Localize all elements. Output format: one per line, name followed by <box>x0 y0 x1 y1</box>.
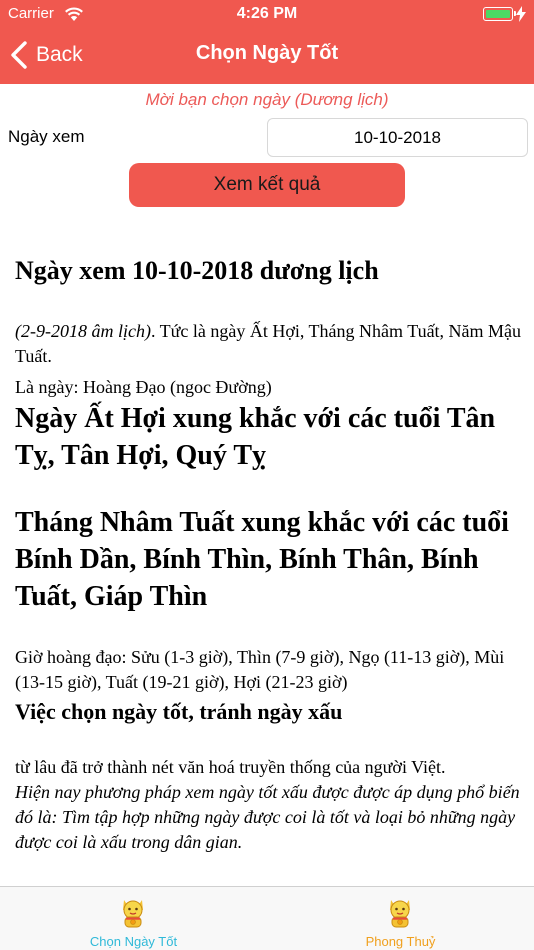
header: Carrier 4:26 PM Back Chọn Ngày Tốt <box>0 0 534 84</box>
lucky-cat-icon <box>390 900 410 928</box>
nav-bar: Back Chọn Ngày Tốt <box>0 30 534 84</box>
section-paragraph: từ lâu đã trở thành nét văn hoá truyền t… <box>15 757 446 777</box>
tab-label: Phong Thuỷ <box>365 934 436 949</box>
day-type: Là ngày: Hoàng Đạo (ngoc Đường) <box>15 377 272 397</box>
tab-feng-shui[interactable]: Phong Thuỷ <box>267 887 534 950</box>
good-hours: Giờ hoàng đạo: Sửu (1-3 giờ), Thìn (7-9 … <box>15 647 505 692</box>
tab-label: Chọn Ngày Tốt <box>89 934 178 949</box>
result-article[interactable]: Ngày xem 10-10-2018 dương lịch (2-9-2018… <box>15 248 525 860</box>
charging-icon <box>516 6 526 22</box>
date-hint: Mời bạn chọn ngày (Dương lịch) <box>145 90 389 109</box>
battery-icon <box>483 7 516 21</box>
view-result-button[interactable]: Xem kết quả <box>129 163 405 207</box>
lunar-info: (2-9-2018 âm lịch). Tức là ngày Ất Hợi, … <box>15 319 525 369</box>
lucky-cat-icon <box>123 900 143 928</box>
section-paragraph-italic: Hiện nay phương pháp xem ngày tốt xấu đư… <box>15 782 520 852</box>
status-time: 4:26 PM <box>236 5 298 22</box>
day-conflict-heading: Ngày Ất Hợi xung khắc với các tuổi Tân T… <box>15 403 496 471</box>
lunar-date: (2-9-2018 âm lịch) <box>15 321 151 341</box>
tab-bar: Chọn Ngày Tốt Phong Thuỷ <box>0 886 534 950</box>
status-bar: Carrier 4:26 PM <box>0 0 534 30</box>
month-conflict-heading: Tháng Nhâm Tuất xung khắc với các tuổi B… <box>15 507 509 612</box>
page-title: Chọn Ngày Tốt <box>195 42 339 64</box>
result-heading: Ngày xem 10-10-2018 dương lịch <box>15 256 379 285</box>
date-input[interactable] <box>267 118 528 157</box>
section-title: Việc chọn ngày tốt, tránh ngày xấu <box>15 699 343 724</box>
tab-choose-good-day[interactable]: Chọn Ngày Tốt <box>0 887 267 950</box>
date-label: Ngày xem <box>8 127 85 146</box>
